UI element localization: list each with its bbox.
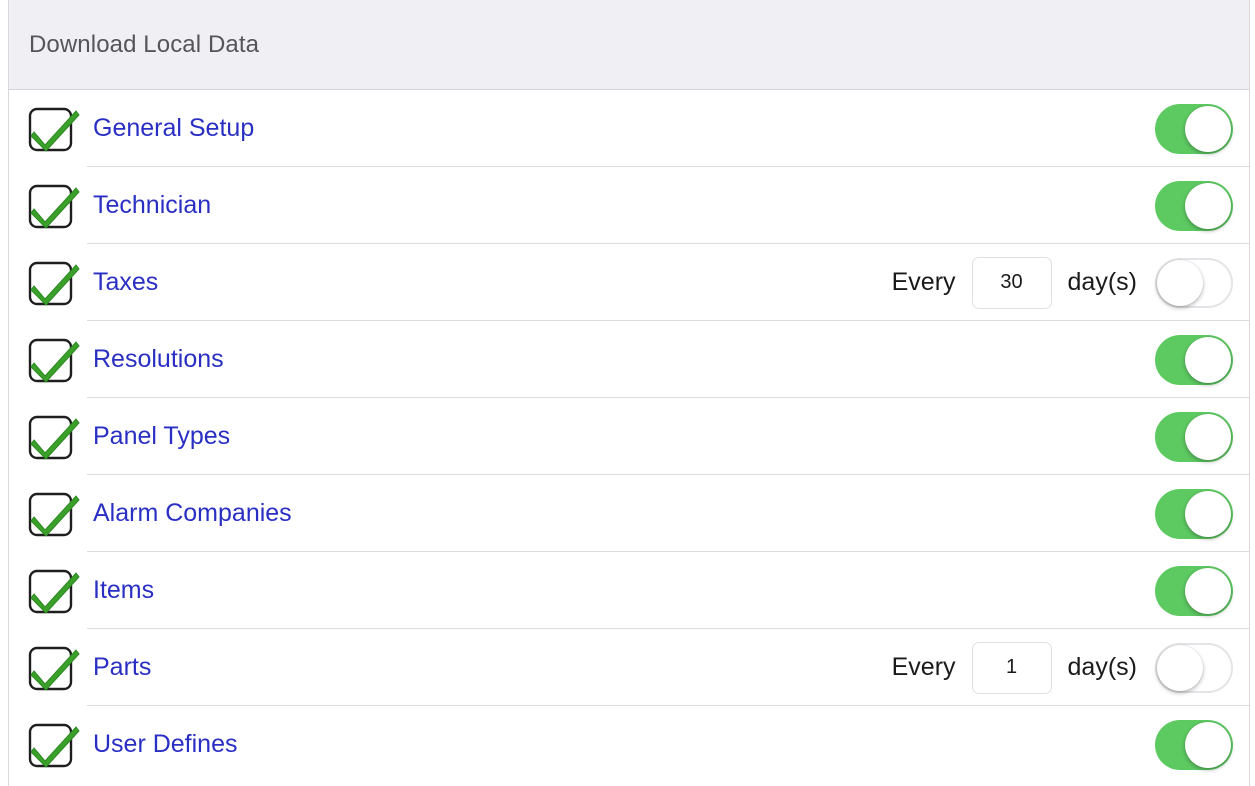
row-parts: Parts Every day(s): [9, 629, 1249, 706]
every-label: Every: [891, 268, 956, 296]
checkbox-checked-icon[interactable]: [28, 492, 80, 538]
row-label-taxes[interactable]: Taxes: [93, 244, 158, 321]
row-technician: Technician: [9, 167, 1249, 244]
checkbox-checked-icon[interactable]: [28, 569, 80, 615]
checkbox-checked-icon[interactable]: [28, 107, 80, 153]
toggle-knob: [1185, 568, 1231, 614]
row-label-panel-types[interactable]: Panel Types: [93, 398, 230, 475]
checkbox-checked-icon[interactable]: [28, 184, 80, 230]
row-panel-types: Panel Types: [9, 398, 1249, 475]
row-items: Items: [9, 552, 1249, 629]
row-label-parts[interactable]: Parts: [93, 629, 151, 706]
section-title: Download Local Data: [29, 30, 260, 58]
every-label: Every: [891, 653, 956, 681]
toggle-resolutions[interactable]: [1155, 335, 1233, 385]
row-label-general-setup[interactable]: General Setup: [93, 90, 254, 167]
interval-parts: Every day(s): [892, 629, 1137, 706]
data-options-list: General Setup Technician Taxes Every 30 …: [9, 90, 1249, 783]
row-label-resolutions[interactable]: Resolutions: [93, 321, 224, 398]
row-general-setup: General Setup: [9, 90, 1249, 167]
toggle-knob: [1185, 491, 1231, 537]
days-input-taxes[interactable]: [971, 256, 1052, 309]
toggle-technician[interactable]: [1155, 181, 1233, 231]
checkbox-checked-icon[interactable]: [28, 646, 80, 692]
days-unit-label: day(s): [1067, 653, 1137, 681]
toggle-knob: [1185, 414, 1231, 460]
toggle-knob: [1185, 337, 1231, 383]
checkbox-checked-icon[interactable]: [28, 723, 80, 769]
interval-taxes: Every day(s): [892, 244, 1137, 321]
checkbox-checked-icon[interactable]: [28, 415, 80, 461]
row-taxes: Taxes Every day(s): [9, 244, 1249, 321]
row-user-defines: User Defines: [9, 706, 1249, 783]
toggle-knob: [1157, 645, 1203, 691]
toggle-panel-types[interactable]: [1155, 412, 1233, 462]
toggle-knob: [1185, 106, 1231, 152]
toggle-knob: [1185, 722, 1231, 768]
row-resolutions: Resolutions: [9, 321, 1249, 398]
row-label-alarm-companies[interactable]: Alarm Companies: [93, 475, 292, 552]
days-input-parts[interactable]: [971, 641, 1052, 694]
toggle-knob: [1157, 260, 1203, 306]
toggle-knob: [1185, 183, 1231, 229]
row-label-technician[interactable]: Technician: [93, 167, 211, 244]
toggle-taxes[interactable]: [1155, 258, 1233, 308]
toggle-alarm-companies[interactable]: [1155, 489, 1233, 539]
checkbox-checked-icon[interactable]: [28, 338, 80, 384]
section-header: Download Local Data: [9, 0, 1249, 90]
toggle-parts[interactable]: [1155, 643, 1233, 693]
toggle-items[interactable]: [1155, 566, 1233, 616]
days-unit-label: day(s): [1067, 268, 1137, 296]
checkbox-checked-icon[interactable]: [28, 261, 80, 307]
toggle-user-defines[interactable]: [1155, 720, 1233, 770]
row-label-user-defines[interactable]: User Defines: [93, 706, 238, 783]
download-local-data-panel: Download Local Data General Setup Techni…: [8, 0, 1250, 786]
toggle-general-setup[interactable]: [1155, 104, 1233, 154]
row-alarm-companies: Alarm Companies: [9, 475, 1249, 552]
row-label-items[interactable]: Items: [93, 552, 154, 629]
